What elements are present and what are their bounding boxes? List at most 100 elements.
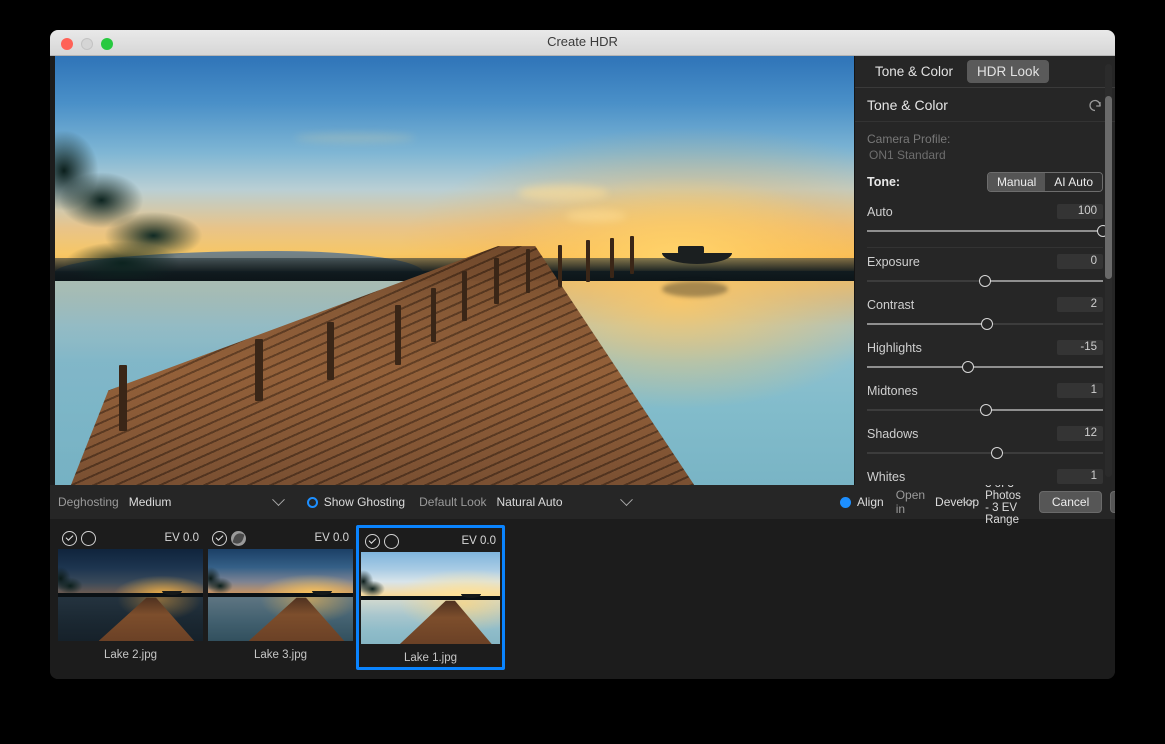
section-header: Tone & Color <box>855 88 1115 122</box>
window-body: Deghosting Medium Show Ghosting Default … <box>50 56 1115 679</box>
reference-circle-icon[interactable] <box>384 533 399 549</box>
hdr-preview-image[interactable] <box>55 56 854 485</box>
thumbnail-image[interactable] <box>208 549 353 641</box>
photo-post <box>630 236 635 275</box>
tab-tone-and-color[interactable]: Tone & Color <box>865 60 963 83</box>
chevron-down-icon <box>619 492 633 506</box>
preview-area <box>55 56 854 485</box>
deghosting-dropdown[interactable]: Medium <box>128 492 289 509</box>
slider-track[interactable] <box>867 445 1103 461</box>
cancel-button[interactable]: Cancel <box>1038 491 1103 513</box>
slider-shadows: Shadows 12 <box>855 420 1115 463</box>
thumbnail-image[interactable] <box>361 552 500 644</box>
show-ghosting-checkbox[interactable] <box>306 496 318 508</box>
include-checkbox-icon[interactable] <box>365 533 380 549</box>
thumbnail-lake-1[interactable]: EV 0.0 Lake 1.jpg <box>356 525 505 670</box>
camera-profile-label: Camera Profile: <box>867 132 951 146</box>
include-checkbox-icon[interactable] <box>212 530 227 546</box>
slider-track[interactable] <box>867 273 1103 289</box>
photo-post <box>430 287 436 342</box>
panel-scrollbar-thumb[interactable] <box>1105 96 1112 279</box>
photo-post <box>326 321 334 380</box>
photo-post <box>394 304 401 365</box>
tone-mode-ai-auto[interactable]: AI Auto <box>1045 173 1102 191</box>
photo-post <box>118 364 127 431</box>
slider-whites: Whites 1 <box>855 463 1115 485</box>
reset-arrow-icon[interactable] <box>1087 97 1103 113</box>
slider-knob[interactable] <box>990 447 1003 459</box>
slider-value[interactable]: 0 <box>1057 254 1103 269</box>
slider-value[interactable]: 1 <box>1057 469 1103 484</box>
thumbnail-lake-3[interactable]: EV 0.0 Lake 3.jpg <box>206 525 355 670</box>
slider-label: Midtones <box>867 383 918 398</box>
slider-knob[interactable] <box>962 361 975 373</box>
slider-track[interactable] <box>867 316 1103 332</box>
create-hdr-window: Create HDR Deghosting Medium Show Ghosti… <box>50 30 1115 679</box>
bottom-toolbar-right: Align Open in Develop 3 of 3 Photos - 3 … <box>840 478 1115 526</box>
include-checkbox-icon[interactable] <box>62 530 77 546</box>
slider-label: Whites <box>867 469 906 484</box>
adjustments-panel: Tone & Color HDR Look Tone & Color Camer… <box>854 56 1115 485</box>
slider-exposure: Exposure 0 <box>855 248 1115 291</box>
deghosting-label: Deghosting <box>58 495 119 509</box>
slider-value[interactable]: -15 <box>1057 340 1103 355</box>
slider-label: Auto <box>867 204 893 219</box>
photo-post <box>526 249 531 294</box>
slider-knob[interactable] <box>981 318 994 330</box>
slider-track[interactable] <box>867 223 1109 239</box>
slider-label: Exposure <box>867 254 920 269</box>
slider-label: Highlights <box>867 340 922 355</box>
ev-label: EV 0.0 <box>314 532 349 544</box>
window-title: Create HDR <box>547 34 618 49</box>
photo-cloud <box>518 184 609 201</box>
photo-post <box>558 244 563 287</box>
slider-track[interactable] <box>867 402 1103 418</box>
open-in-label: Open in <box>895 488 926 516</box>
slider-value[interactable]: 2 <box>1057 297 1103 312</box>
slider-value[interactable]: 1 <box>1057 383 1103 398</box>
reference-circle-icon[interactable] <box>81 530 96 546</box>
thumbnail-image[interactable] <box>58 549 203 641</box>
thumbnail-toolbar: EV 0.0 <box>361 530 500 552</box>
slider-track[interactable] <box>867 359 1103 375</box>
deghosting-value: Medium <box>128 495 172 509</box>
align-label: Align <box>857 495 884 509</box>
slider-label: Shadows <box>867 426 919 441</box>
slider-value[interactable]: 12 <box>1057 426 1103 441</box>
ev-label: EV 0.0 <box>461 535 496 547</box>
slider-knob[interactable] <box>980 404 993 416</box>
panel-scroll-area[interactable]: Camera Profile: ON1 Standard Tone: Manua… <box>855 123 1115 485</box>
photo-post <box>610 238 615 279</box>
slider-contrast: Contrast 2 <box>855 291 1115 334</box>
align-checkbox[interactable] <box>840 496 851 508</box>
photo-post <box>586 240 591 283</box>
thumbnail-filename: Lake 2.jpg <box>103 649 158 661</box>
photo-status-text: 3 of 3 Photos - 3 EV Range <box>985 478 1021 526</box>
tone-mode-segmented-control: Manual AI Auto <box>986 172 1103 192</box>
tone-mode-row: Tone: Manual AI Auto <box>855 170 1115 198</box>
thumbnail-filename: Lake 3.jpg <box>253 649 308 661</box>
save-button[interactable]: Save <box>1110 491 1115 513</box>
camera-profile-value[interactable]: ON1 Standard <box>855 148 1115 170</box>
thumbnail-lake-2[interactable]: EV 0.0 Lake 2.jpg <box>56 525 205 670</box>
slider-midtones: Midtones 1 <box>855 377 1115 420</box>
tone-mode-manual[interactable]: Manual <box>987 173 1046 191</box>
default-look-value: Natural Auto <box>496 495 563 509</box>
default-look-label: Default Look <box>419 495 487 509</box>
panel-tabs: Tone & Color HDR Look <box>855 56 1115 88</box>
slider-value[interactable]: 100 <box>1057 204 1103 219</box>
photo-post <box>254 339 263 402</box>
default-look-dropdown[interactable]: Natural Auto <box>496 492 637 509</box>
tab-hdr-look[interactable]: HDR Look <box>967 60 1050 83</box>
open-in-dropdown[interactable]: Develop <box>935 492 979 509</box>
slider-highlights: Highlights -15 <box>855 334 1115 377</box>
photo-post <box>494 257 500 304</box>
chevron-down-icon <box>271 492 285 506</box>
bottom-toolbar: Deghosting Medium Show Ghosting Default … <box>50 485 854 519</box>
ghosting-reference-icon[interactable] <box>231 530 246 546</box>
ev-label: EV 0.0 <box>164 532 199 544</box>
slider-knob[interactable] <box>979 275 991 287</box>
title-bar: Create HDR <box>50 30 1115 56</box>
thumbnail-filename: Lake 1.jpg <box>403 652 458 664</box>
thumbnail-toolbar: EV 0.0 <box>208 527 353 549</box>
